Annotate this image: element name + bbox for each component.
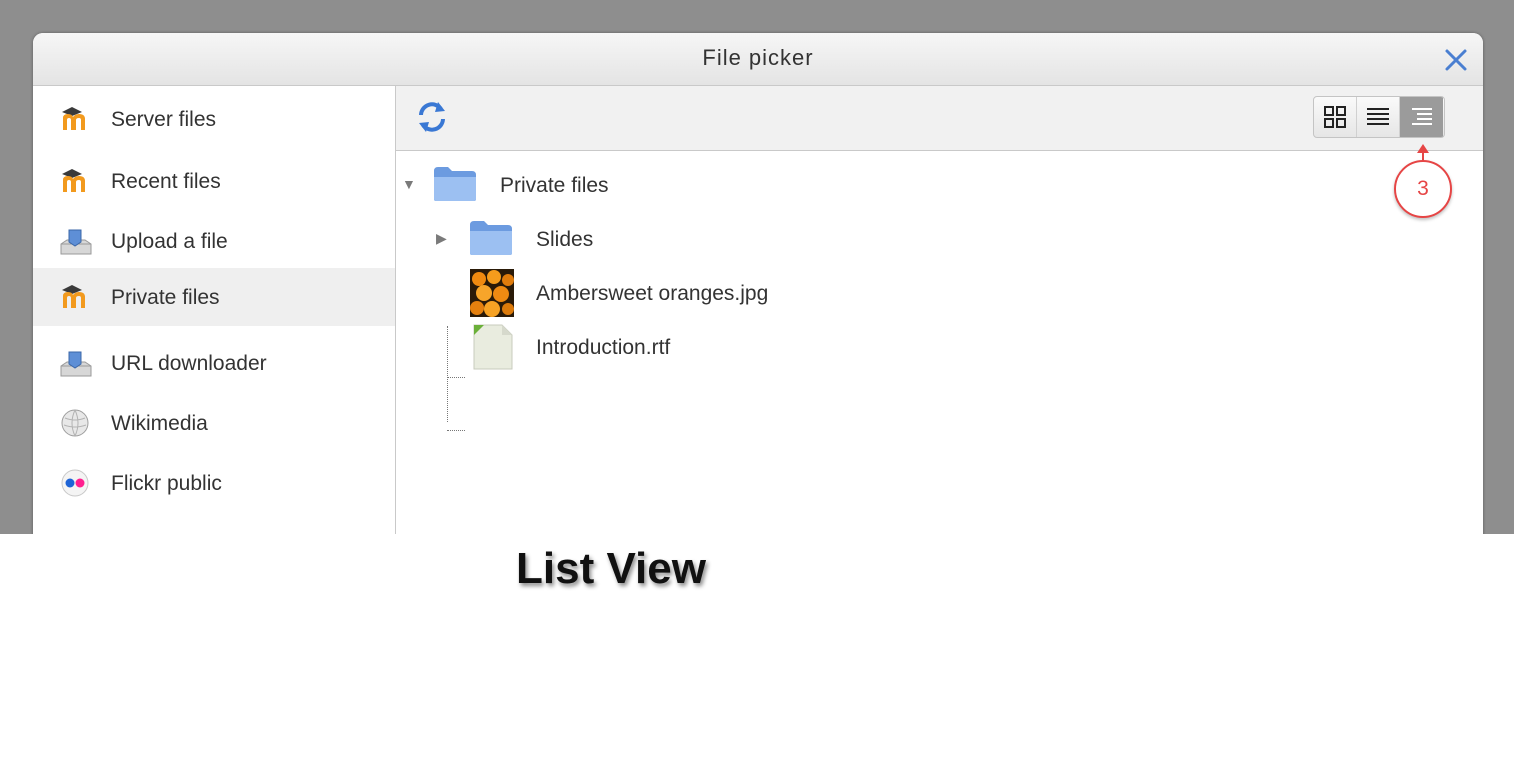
expand-toggle-down-icon[interactable]: ▼ xyxy=(402,176,418,192)
sidebar-item-server-files[interactable]: Server files xyxy=(33,90,395,148)
sidebar-item-label: Server files xyxy=(111,108,217,131)
upload-icon xyxy=(60,229,92,255)
sidebar-item-label: Flickr public xyxy=(111,472,222,495)
folder-icon xyxy=(470,221,512,255)
sidebar-item-label: Private files xyxy=(111,286,220,309)
refresh-icon xyxy=(419,102,445,132)
download-icon xyxy=(60,351,92,377)
caption-text: List View xyxy=(516,544,706,593)
sidebar-item-label: Recent files xyxy=(111,170,221,193)
sidebar-item-recent-files[interactable]: Recent files xyxy=(33,152,395,210)
expand-toggle-right-icon[interactable]: ▶ xyxy=(436,230,452,246)
sidebar-item-label: URL downloader xyxy=(111,352,267,375)
view-mode-switcher xyxy=(1313,96,1445,138)
close-icon xyxy=(1445,49,1467,71)
tree-connector xyxy=(447,430,465,431)
flickr-icon xyxy=(61,469,89,497)
moodle-icon xyxy=(62,169,85,192)
sidebar-item-label: Upload a file xyxy=(111,230,228,253)
view-list-button[interactable] xyxy=(1357,97,1400,137)
file-browser-panel: ▼ Private files ▶ Slides Ambersweet oran… xyxy=(396,86,1483,534)
repository-sidebar: Server files Recent files Upload a file xyxy=(33,86,396,534)
sidebar-item-url-downloader[interactable]: URL downloader xyxy=(33,334,395,392)
sidebar-item-private-files[interactable]: Private files xyxy=(33,268,395,326)
file-picker-dialog: File picker Server files Recent files Up… xyxy=(33,33,1483,534)
list-view-icon xyxy=(1367,108,1389,125)
tree-node-label: Introduction.rtf xyxy=(536,336,671,359)
sidebar-item-wikimedia[interactable]: Wikimedia xyxy=(33,394,395,452)
tree-node-slides[interactable]: ▶ Slides xyxy=(432,215,992,265)
file-tree: ▼ Private files ▶ Slides Ambersweet oran… xyxy=(396,151,1483,534)
document-icon xyxy=(473,324,513,370)
wikimedia-globe-icon xyxy=(61,409,89,437)
dialog-titlebar: File picker xyxy=(33,33,1483,86)
close-button[interactable] xyxy=(1443,47,1469,73)
modal-backdrop: File picker Server files Recent files Up… xyxy=(0,0,1514,534)
tree-node-label: Slides xyxy=(536,228,594,251)
sidebar-item-label: Wikimedia xyxy=(111,412,208,435)
view-icons-button[interactable] xyxy=(1314,97,1357,137)
tree-node-ambersweet-oranges[interactable]: Ambersweet oranges.jpg xyxy=(432,269,992,319)
file-toolbar xyxy=(396,86,1483,151)
image-thumbnail-icon xyxy=(470,269,514,317)
tree-node-introduction-rtf[interactable]: Introduction.rtf xyxy=(432,323,992,373)
folder-icon xyxy=(434,167,476,201)
dialog-title: File picker xyxy=(702,45,814,70)
tree-node-private-files[interactable]: ▼ Private files xyxy=(396,161,996,211)
annotation-marker: 3 xyxy=(1394,160,1452,218)
moodle-icon xyxy=(62,107,85,130)
moodle-icon xyxy=(62,285,85,308)
view-tree-button[interactable] xyxy=(1400,97,1443,137)
tree-node-label: Private files xyxy=(500,174,609,197)
tree-connector xyxy=(447,377,465,378)
refresh-button[interactable] xyxy=(414,99,450,135)
sidebar-item-flickr-public[interactable]: Flickr public xyxy=(33,454,395,512)
tree-node-label: Ambersweet oranges.jpg xyxy=(536,282,769,305)
tree-view-icon xyxy=(1411,108,1432,125)
callout-arrow-icon xyxy=(1417,144,1429,153)
sidebar-item-upload-a-file[interactable]: Upload a file xyxy=(33,212,395,270)
grid-view-icon xyxy=(1324,106,1346,128)
